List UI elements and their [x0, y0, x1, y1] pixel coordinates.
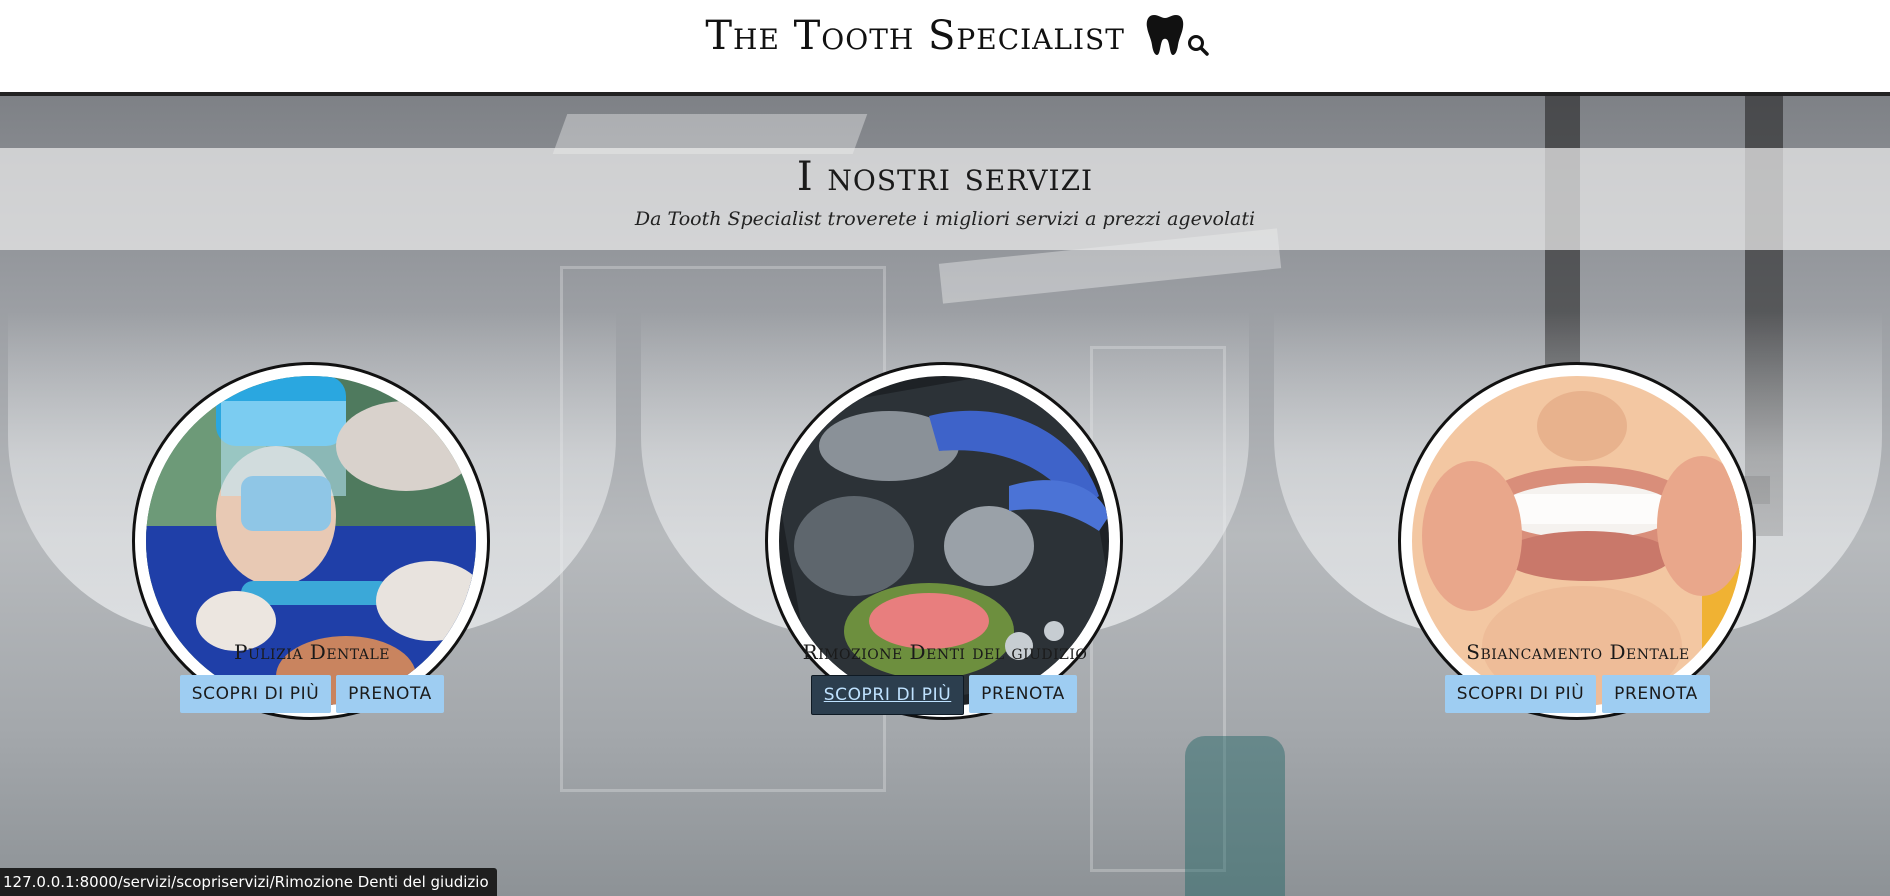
- section-subtitle: Da Tooth Specialist troverete i migliori…: [634, 208, 1256, 230]
- service-title: Pulizia Dentale: [233, 640, 390, 664]
- browser-status-bar: 127.0.0.1:8000/servizi/scopriservizi/Rim…: [0, 868, 497, 896]
- book-button[interactable]: PRENOTA: [1602, 675, 1710, 713]
- learn-more-button[interactable]: SCOPRI DI PIÙ: [1445, 675, 1596, 713]
- service-title: Rimozione Denti del giudizio: [802, 640, 1088, 664]
- learn-more-button[interactable]: SCOPRI DI PIÙ: [180, 675, 331, 713]
- brand-logo[interactable]: The Tooth Specialist: [0, 12, 1890, 66]
- background-dental-chair: [1185, 736, 1285, 896]
- service-image-frame[interactable]: [765, 362, 1123, 720]
- section-header: I nostri servizi Da Tooth Specialist tro…: [0, 148, 1890, 250]
- section-title: I nostri servizi: [796, 154, 1094, 200]
- service-image-frame[interactable]: [132, 362, 490, 720]
- learn-more-button[interactable]: SCOPRI DI PIÙ: [811, 675, 964, 715]
- service-image-frame[interactable]: [1398, 362, 1756, 720]
- brand-name: The Tooth Specialist: [705, 13, 1125, 59]
- book-button[interactable]: PRENOTA: [969, 675, 1077, 713]
- book-button[interactable]: PRENOTA: [336, 675, 444, 713]
- search-icon[interactable]: [1186, 33, 1210, 57]
- tooth-icon: [1145, 12, 1185, 66]
- service-title: Sbiancamento Dentale: [1466, 640, 1690, 664]
- site-header: The Tooth Specialist: [0, 0, 1890, 96]
